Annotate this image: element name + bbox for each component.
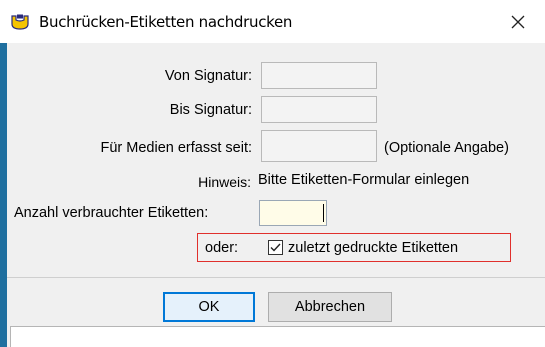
close-icon[interactable] — [506, 10, 530, 34]
text-caret — [323, 204, 324, 222]
medien-erfasst-input[interactable] — [261, 130, 377, 162]
anzahl-etiketten-label: Anzahl verbrauchter Etiketten: — [14, 205, 209, 221]
von-signatur-label: Von Signatur: — [164, 68, 252, 84]
bis-signatur-input[interactable] — [261, 96, 377, 123]
background-window-edge — [0, 43, 7, 347]
divider — [7, 277, 545, 278]
hinweis-label: Hinweis: — [198, 174, 251, 190]
last-printed-checkbox-label[interactable]: zuletzt gedruckte Etiketten — [288, 239, 458, 257]
title-bar: Buchrücken-Etiketten nachdrucken — [0, 0, 545, 43]
oder-label: oder: — [205, 240, 239, 256]
hinweis-text: Bitte Etiketten-Formular einlegen — [258, 172, 470, 188]
cancel-button[interactable]: Abbrechen — [268, 292, 392, 322]
checkmark-icon — [270, 243, 281, 252]
optional-hint: (Optionale Angabe) — [384, 140, 509, 156]
lower-panel — [10, 326, 545, 347]
last-printed-checkbox[interactable] — [268, 240, 283, 255]
bis-signatur-label: Bis Signatur: — [169, 102, 252, 118]
window-title: Buchrücken-Etiketten nachdrucken — [39, 13, 293, 31]
highlight-frame: oder: zuletzt gedruckte Etiketten — [197, 233, 511, 262]
library-app-icon — [11, 14, 29, 30]
ok-button[interactable]: OK — [163, 292, 255, 322]
medien-erfasst-label: Für Medien erfasst seit: — [100, 140, 253, 156]
anzahl-etiketten-input[interactable] — [259, 200, 327, 226]
von-signatur-input[interactable] — [261, 62, 377, 89]
